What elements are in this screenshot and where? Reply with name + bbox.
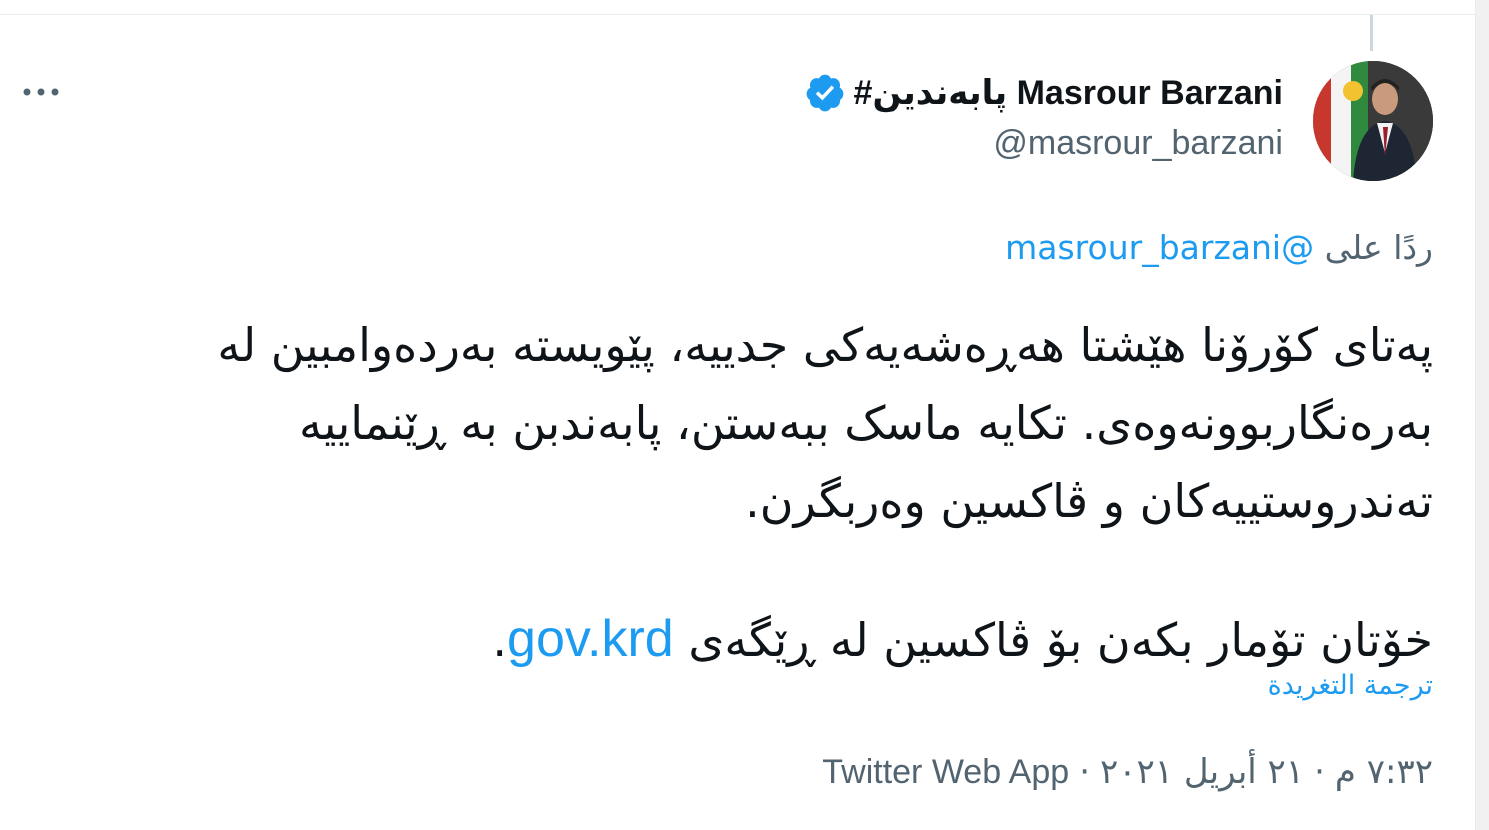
author-display-name: #پابەندین Masrour Barzani [853,74,1283,112]
meta-separator: · [1314,752,1325,792]
avatar[interactable] [1313,61,1433,181]
tweet-metadata: ٧:٣٢ م·٢١ أبريل ٢٠٢١·Twitter Web App [822,752,1433,792]
top-divider [0,14,1476,15]
tweet-paragraph-2-text: خۆتان تۆمار بکەن بۆ ڤاکسین لە ڕێگەی [688,613,1433,667]
translate-tweet-link[interactable]: ترجمة التغريدة [1268,670,1433,701]
scrollbar[interactable] [1476,0,1489,830]
avatar-photo-icon [1313,61,1433,181]
author-handle[interactable]: @masrour_barzani [993,124,1283,163]
reply-to-handle-link[interactable]: @masrour_barzani [1005,228,1314,267]
tweet-date[interactable]: ٢١ أبريل ٢٠٢١ [1100,752,1304,792]
tweet-paragraph-2: خۆتان تۆمار بکەن بۆ ڤاکسین لە ڕێگەی gov.… [93,600,1433,679]
replying-to: ردًا على @masrour_barzani [1005,228,1433,267]
tweet-paragraph-1: پەتای کۆرۆنا هێشتا هەڕەشەیەکی جدییە، پێو… [217,318,1433,528]
tweet-body: پەتای کۆرۆنا هێشتا هەڕەشەیەکی جدییە، پێو… [93,306,1433,679]
more-horizontal-icon[interactable] [22,84,62,100]
reply-prefix: ردًا على [1324,228,1433,267]
verified-badge-icon [804,72,846,114]
tweet-source[interactable]: Twitter Web App [822,753,1069,791]
thread-connector-line [1370,15,1373,51]
tweet-paragraph-2-end: . [492,613,508,667]
gov-krd-link[interactable]: gov.krd [507,610,674,668]
meta-separator-2: · [1079,752,1090,792]
author-name-row[interactable]: #پابەندین Masrour Barzani [804,70,1283,116]
tweet-page: #پابەندین Masrour Barzani @masrour_barza… [0,0,1489,830]
tweet-time[interactable]: ٧:٣٢ م [1335,752,1433,792]
